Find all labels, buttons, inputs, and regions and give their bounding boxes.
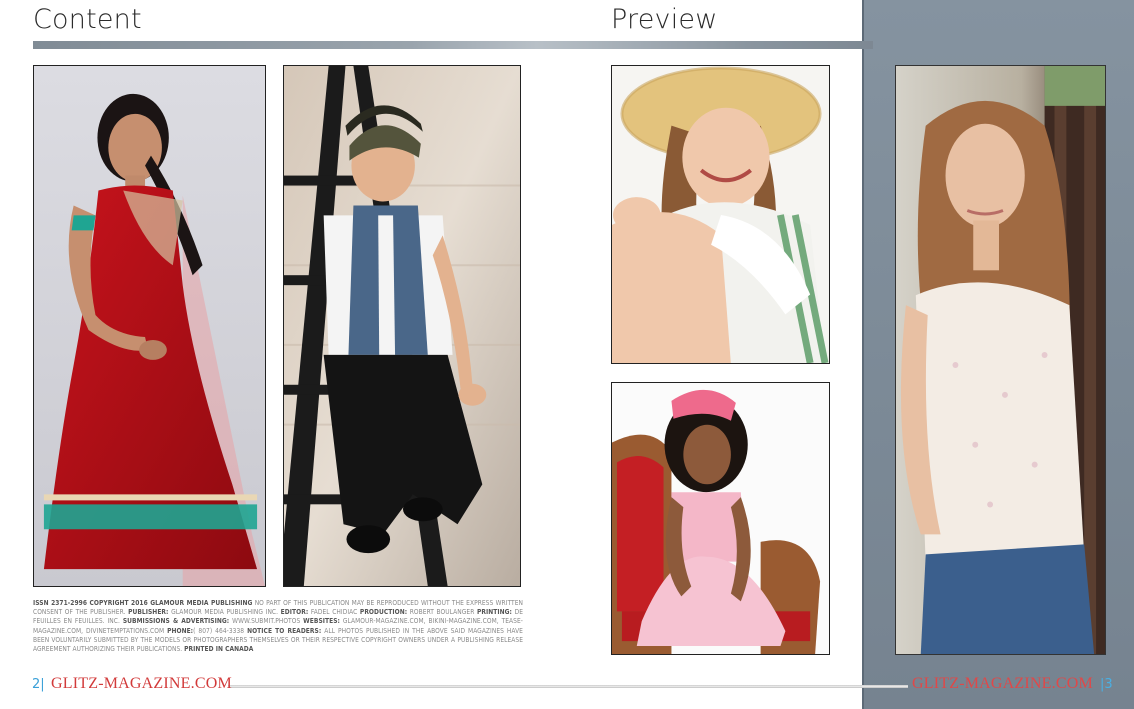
credits-label: PRINTING: xyxy=(476,608,512,617)
credits-label: EDITOR: xyxy=(280,608,309,617)
photo-girl-pink-dress xyxy=(611,382,830,655)
photo-woman-red-dress xyxy=(33,65,266,587)
credits-value: ( 807) 464-3338 xyxy=(193,626,248,635)
credits-label: SUBMISSIONS & ADVERTISING: xyxy=(122,617,230,626)
content-heading: Content xyxy=(33,4,142,35)
credits-label: PHONE: xyxy=(167,626,194,635)
credits-value: FADEL CHIDIAC xyxy=(308,608,360,617)
credits-label: PRODUCTION: xyxy=(359,608,408,617)
preview-heading: Preview xyxy=(611,4,718,35)
credits-label: ISSN 2371-2996 COPYRIGHT 2016 GLAMOUR ME… xyxy=(33,599,253,607)
credits-text: ISSN 2371-2996 COPYRIGHT 2016 GLAMOUR ME… xyxy=(33,599,523,654)
page-number-left: 2| xyxy=(32,677,45,692)
photo-girl-straw-hat xyxy=(611,65,830,364)
credits-value: GLAMOUR MEDIA PUBLISHING INC. xyxy=(168,608,281,617)
brand-logo-right[interactable]: GLITZ-MAGAZINE.COM xyxy=(912,675,1093,693)
credits-value: WWW.SUBMIT.PHOTOS xyxy=(229,617,304,626)
credits-label: NOTICE TO READERS: xyxy=(247,626,322,635)
credits-value: ROBERT BOULANGER xyxy=(407,608,477,617)
credits-label: PUBLISHER: xyxy=(128,608,169,617)
photo-boy-denim-vest xyxy=(283,65,521,587)
magazine-spread: Content Preview ISSN 2371-2996 COPYRIGHT… xyxy=(0,0,1134,709)
brand-logo-left[interactable]: GLITZ-MAGAZINE.COM xyxy=(51,675,232,693)
header-rule xyxy=(33,41,873,49)
credits-label: WEBSITES: xyxy=(303,617,340,626)
credits-label: PRINTED IN CANADA xyxy=(184,645,254,654)
photo-girl-long-hair xyxy=(895,65,1106,655)
page-number-right: |3 xyxy=(1100,677,1113,692)
footer-rule xyxy=(228,685,908,688)
